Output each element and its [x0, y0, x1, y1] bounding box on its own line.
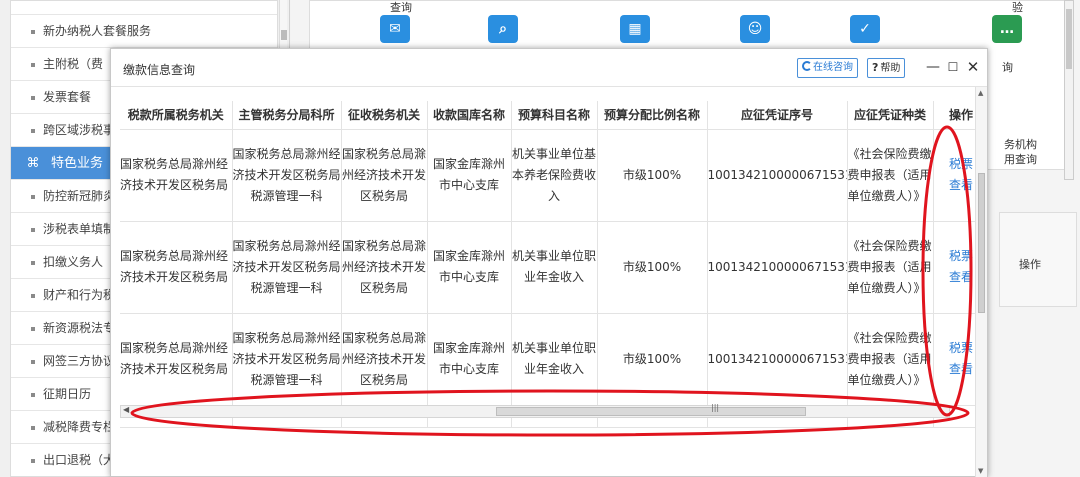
- column-header: 操作: [933, 101, 979, 130]
- minimize-icon[interactable]: —: [925, 57, 941, 77]
- bullet-icon: [31, 458, 35, 463]
- dialog-title: 缴款信息查询: [123, 63, 196, 77]
- online-consult-button[interactable]: 在线咨询: [797, 58, 858, 78]
- bullet-icon: [31, 62, 35, 67]
- cell-serial: 10013421000006715316: [707, 313, 848, 406]
- cell-branch: 国家税务总局滁州经济技术开发区税务局税源管理一科: [232, 129, 342, 222]
- query-text: 询: [1002, 61, 1013, 74]
- horizontal-scrollbar[interactable]: ◀ |||: [120, 403, 950, 418]
- sidebar-item-partial: [11, 1, 277, 15]
- bullet-icon: [31, 326, 35, 331]
- refresh-icon: [802, 61, 812, 71]
- cell-ratio: 市级100%: [597, 129, 708, 222]
- view-link[interactable]: 查看: [934, 175, 980, 196]
- cell-budget-subject: 机关事业单位职业年金收入: [511, 313, 598, 406]
- sidebar-item-new-taxpayer[interactable]: 新办纳税人套餐服务: [11, 15, 277, 48]
- cell-ratio: 市级100%: [597, 313, 708, 406]
- query-label: 查询: [390, 1, 412, 14]
- cell-budget-subject: 机关事业单位职业年金收入: [511, 221, 598, 314]
- bullet-icon: [31, 293, 35, 298]
- cell-tax-authority: 国家税务总局滁州经济技术开发区税务局: [120, 313, 233, 406]
- payment-table: 税款所属税务机关 主管税务分局科所 征收税务机关 收款国库名称 预算科目名称 预…: [120, 101, 979, 428]
- view-link[interactable]: 查看: [934, 359, 980, 380]
- payment-info-dialog: 缴款信息查询 在线咨询 ? 帮助 — ☐ ✕ 税款所属税务机关 主管税务分局科所 …: [110, 48, 988, 477]
- column-header: 应征凭证序号: [707, 101, 848, 130]
- scrollbar-thumb[interactable]: [1066, 9, 1072, 69]
- scrollbar-thumb[interactable]: [281, 30, 287, 40]
- table-header-row: 税款所属税务机关 主管税务分局科所 征收税务机关 收款国库名称 预算科目名称 预…: [120, 101, 979, 130]
- operation-header-bg: 操作: [1019, 258, 1041, 271]
- cell-operations: 税票 查看: [933, 313, 980, 406]
- scroll-down-icon[interactable]: ▼: [978, 467, 983, 475]
- vertical-scrollbar-thumb[interactable]: [978, 173, 985, 313]
- scroll-up-icon[interactable]: ▲: [978, 89, 983, 97]
- cell-ratio: 市级100%: [597, 221, 708, 314]
- dialog-header: 缴款信息查询 在线咨询 ? 帮助 — ☐ ✕: [111, 49, 987, 87]
- column-header: 主管税务分局科所: [232, 101, 342, 130]
- usage-query-text: 用查询: [1004, 153, 1037, 166]
- bullet-icon: [31, 260, 35, 265]
- cell-voucher-type: 《社会保险费缴费申报表（适用单位缴费人）》: [847, 221, 934, 314]
- maximize-icon[interactable]: ☐: [945, 57, 961, 77]
- close-icon[interactable]: ✕: [965, 57, 981, 77]
- bullet-icon: [31, 227, 35, 232]
- cell-voucher-type: 《社会保险费缴费申报表（适用单位缴费人）》: [847, 313, 934, 406]
- table-row: 国家税务总局滁州经济技术开发区税务局 国家税务总局滁州经济技术开发区税务局税源管…: [120, 313, 980, 406]
- cell-collecting: 国家税务总局滁州经济技术开发区税务局: [341, 313, 428, 406]
- cell-voucher-type: 《社会保险费缴费申报表（适用单位缴费人）》: [847, 129, 934, 222]
- bullet-icon: [31, 128, 35, 133]
- main-scrollbar[interactable]: [1064, 0, 1074, 180]
- question-icon: ?: [872, 61, 879, 74]
- vertical-scrollbar[interactable]: ▲ ▼: [975, 87, 987, 477]
- bullet-icon: [31, 194, 35, 199]
- query-icon[interactable]: ✉: [380, 15, 410, 43]
- tax-ticket-link[interactable]: 税票: [934, 338, 980, 359]
- cell-operations: 税票 查看: [933, 221, 980, 314]
- scroll-left-icon[interactable]: ◀: [123, 405, 129, 414]
- tax-ticket-link[interactable]: 税票: [934, 154, 980, 175]
- bullet-icon: [31, 425, 35, 430]
- bullet-icon: [31, 29, 35, 34]
- cell-tax-authority: 国家税务总局滁州经济技术开发区税务局: [120, 129, 233, 222]
- bullet-icon: [31, 359, 35, 364]
- person-search-icon[interactable]: ☺: [740, 15, 770, 43]
- building-icon[interactable]: ▦: [620, 15, 650, 43]
- chat-icon[interactable]: …: [992, 15, 1022, 43]
- grid-icon: ⌘: [26, 156, 40, 171]
- help-button[interactable]: ? 帮助: [867, 58, 906, 78]
- tax-ticket-link[interactable]: 税票: [934, 246, 980, 267]
- cell-tax-authority: 国家税务总局滁州经济技术开发区税务局: [120, 221, 233, 314]
- horizontal-scrollbar-thumb[interactable]: [496, 407, 806, 416]
- cell-operations: 税票 查看: [933, 129, 980, 222]
- bullet-icon: [31, 392, 35, 397]
- cell-treasury: 国家金库滁州市中心支库: [427, 129, 512, 222]
- column-header: 应征凭证种类: [847, 101, 934, 130]
- cell-budget-subject: 机关事业单位基本养老保险费收入: [511, 129, 598, 222]
- column-header: 预算科目名称: [511, 101, 598, 130]
- column-header: 收款国库名称: [427, 101, 512, 130]
- cell-collecting: 国家税务总局滁州经济技术开发区税务局: [341, 221, 428, 314]
- table-row: 国家税务总局滁州经济技术开发区税务局 国家税务总局滁州经济技术开发区税务局税源管…: [120, 129, 980, 222]
- column-header: 征收税务机关: [341, 101, 428, 130]
- table-row: 国家税务总局滁州经济技术开发区税务局 国家税务总局滁州经济技术开发区税务局税源管…: [120, 221, 980, 314]
- cell-branch: 国家税务总局滁州经济技术开发区税务局税源管理一科: [232, 221, 342, 314]
- cell-serial: 10013421000006715315: [707, 129, 848, 222]
- cell-branch: 国家税务总局滁州经济技术开发区税务局税源管理一科: [232, 313, 342, 406]
- cell-serial: 10013421000006715316: [707, 221, 848, 314]
- credit-icon[interactable]: ✓: [850, 15, 880, 43]
- view-link[interactable]: 查看: [934, 267, 980, 288]
- bullet-icon: [31, 95, 35, 100]
- search-icon[interactable]: ⌕: [488, 15, 518, 43]
- column-header: 税款所属税务机关: [120, 101, 233, 130]
- verify-label: 验: [1012, 1, 1023, 14]
- tax-org-text: 务机构: [1004, 138, 1037, 151]
- grip-icon: |||: [711, 403, 720, 412]
- cell-treasury: 国家金库滁州市中心支库: [427, 313, 512, 406]
- cell-collecting: 国家税务总局滁州经济技术开发区税务局: [341, 129, 428, 222]
- cell-treasury: 国家金库滁州市中心支库: [427, 221, 512, 314]
- column-header: 预算分配比例名称: [597, 101, 708, 130]
